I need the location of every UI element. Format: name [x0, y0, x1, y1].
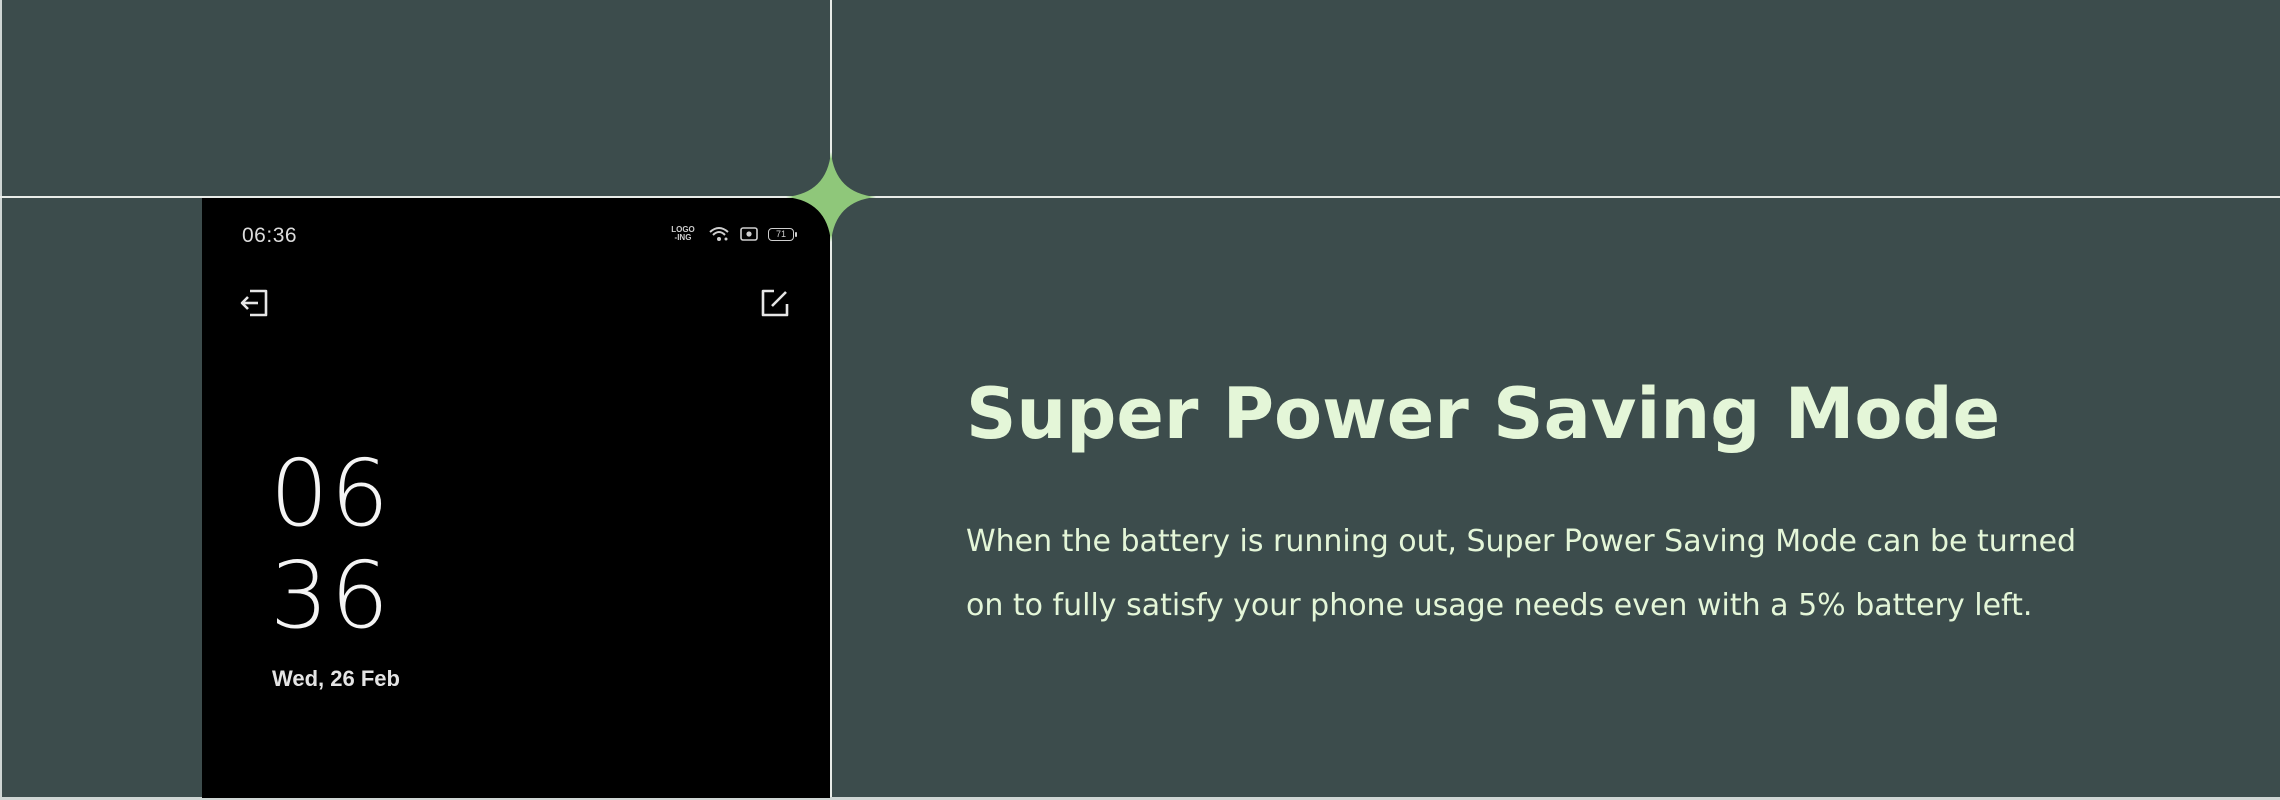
clock-hour: 06	[270, 440, 392, 547]
status-icons: LOGO -ING 71	[668, 225, 797, 242]
clock-minute: 36	[270, 542, 392, 649]
feature-slide: 06:36 LOGO -ING 71 06 36 Wed, 26 Feb Sup…	[0, 0, 2280, 800]
network-icon: LOGO -ING	[671, 225, 695, 242]
wifi-icon	[709, 227, 729, 241]
feature-description: When the battery is running out, Super P…	[966, 524, 2077, 623]
edit-icon[interactable]	[758, 286, 792, 320]
left-border	[0, 0, 2, 800]
sparkle-icon	[786, 152, 876, 242]
lockscreen-date: Wed, 26 Feb	[272, 666, 400, 691]
lockscreen-clock: 06 36	[270, 443, 391, 647]
vertical-divider	[830, 0, 832, 800]
feature-title: Super Power Saving Mode	[966, 373, 2001, 455]
phone-screenshot: 06:36 LOGO -ING 71 06 36 Wed, 26 Feb	[202, 198, 830, 798]
screen-record-icon	[740, 227, 758, 241]
exit-icon[interactable]	[238, 286, 272, 320]
status-time: 06:36	[242, 224, 298, 247]
